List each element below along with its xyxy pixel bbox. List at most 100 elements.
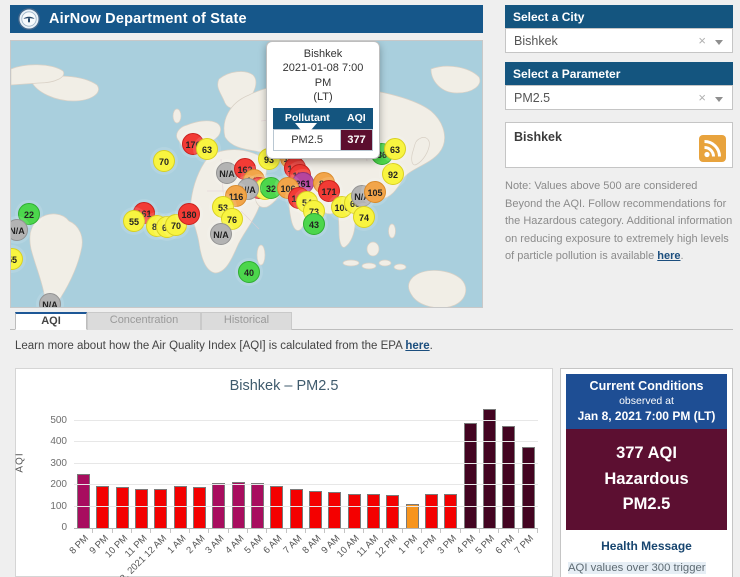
chart-bar-slot: 1 AM: [171, 409, 190, 528]
tab-strip: AQIConcentrationHistorical: [10, 312, 733, 330]
chart-bar[interactable]: [116, 487, 129, 528]
chart-bar[interactable]: [270, 486, 283, 528]
map-marker[interactable]: 55: [10, 248, 23, 270]
chart-bar-slot: 2 PM: [422, 409, 441, 528]
health-message-text: AQI values over 300 trigger health warni…: [566, 558, 727, 577]
tab-aqi[interactable]: AQI: [15, 312, 87, 330]
cc-datetime: Jan 8, 2021 7:00 PM (LT): [569, 409, 724, 423]
chart-bar-slot: 6 PM: [499, 409, 518, 528]
chart-ytick: 200: [50, 479, 67, 490]
map-marker[interactable]: N/A: [39, 293, 61, 308]
chart-ytick: 400: [50, 436, 67, 447]
map-marker[interactable]: 105: [364, 181, 386, 203]
chart-ylabel: AQI: [15, 443, 26, 483]
chart-bar-slot: 5 AM: [248, 409, 267, 528]
chart-gridline: [74, 420, 538, 421]
map-marker[interactable]: 74: [353, 206, 375, 228]
chart-bar-slot: 11 AM: [364, 409, 383, 528]
chart-bar-slot: 1 PM: [403, 409, 422, 528]
aqi-chart-panel: Bishkek – PM2.5 AQI 8 PM9 PM10 PM11 PM8,…: [15, 368, 553, 577]
health-message-heading: Health Message: [566, 539, 727, 553]
chart-bar-slot: 9 PM: [93, 409, 112, 528]
parameter-select-value: PM2.5: [514, 91, 550, 105]
feed-city-label: Bishkek: [514, 130, 562, 144]
chevron-down-icon[interactable]: [715, 97, 723, 102]
chart-ytick: 500: [50, 415, 67, 426]
chart-bar[interactable]: [367, 494, 380, 528]
chart-bar[interactable]: [193, 487, 206, 528]
chart-bar[interactable]: [328, 492, 341, 528]
chart-xtick-label: 6 PM: [493, 533, 516, 556]
chart-xtick-label: 4 PM: [455, 533, 478, 556]
chart-bar[interactable]: [444, 494, 457, 528]
chart-bar[interactable]: [522, 447, 535, 528]
map-marker[interactable]: 40: [238, 261, 260, 283]
chart-gridline: [74, 506, 538, 507]
parameter-select[interactable]: PM2.5 ×: [505, 85, 733, 110]
popup-col-aqi: AQI: [341, 109, 373, 130]
cc-aqi-value: 377 AQI: [569, 441, 724, 467]
chart-bar-slot: 11 PM: [132, 409, 151, 528]
chart-plot: 8 PM9 PM10 PM11 PM8, 2021 12 AM1 AM2 AM3…: [74, 409, 538, 529]
chart-bar[interactable]: [348, 494, 361, 528]
chart-ytick: 0: [61, 522, 67, 533]
map-marker[interactable]: 43: [303, 213, 325, 235]
dos-seal-icon: [18, 8, 40, 30]
chart-ytick: 100: [50, 501, 67, 512]
airnow-app: AirNow Department of State: [0, 0, 740, 577]
chevron-down-icon[interactable]: [715, 40, 723, 45]
chart-bar[interactable]: [96, 486, 109, 528]
chart-bar[interactable]: [135, 489, 148, 528]
chart-bar-slot: 3 PM: [441, 409, 460, 528]
chart-bar-slot: 4 PM: [461, 409, 480, 528]
city-select[interactable]: Bishkek ×: [505, 28, 733, 53]
chart-xtick-label: 3 PM: [435, 533, 458, 556]
chart-bar[interactable]: [406, 504, 419, 528]
learn-more-here-link[interactable]: here: [405, 340, 429, 352]
chart-xtick-label: 7 AM: [281, 533, 304, 556]
chart-title: Bishkek – PM2.5: [16, 378, 552, 394]
map-marker[interactable]: 92: [382, 163, 404, 185]
world-map[interactable]: 22N/A55N/A701766316155886970180N/A162148…: [10, 40, 483, 308]
chart-bar-slot: 10 PM: [113, 409, 132, 528]
chart-bar[interactable]: [77, 474, 90, 528]
chart-gridline: [74, 484, 538, 485]
cc-aqi-category: Hazardous: [569, 467, 724, 493]
map-marker[interactable]: 70: [153, 150, 175, 172]
chart-bar[interactable]: [425, 494, 438, 528]
select-city-header: Select a City: [505, 5, 733, 28]
chart-bar-slot: 8, 2021 12 AM: [151, 409, 170, 528]
chart-bar[interactable]: [290, 489, 303, 528]
map-marker[interactable]: N/A: [10, 219, 28, 241]
clear-icon[interactable]: ×: [698, 33, 706, 48]
chart-xtick-label: 1 AM: [165, 533, 188, 556]
chart-gridline: [74, 441, 538, 442]
chart-bar[interactable]: [483, 409, 496, 528]
page-title: AirNow Department of State: [49, 11, 247, 27]
chart-bars: 8 PM9 PM10 PM11 PM8, 2021 12 AM1 AM2 AM3…: [74, 409, 538, 528]
rss-icon[interactable]: [699, 135, 726, 162]
map-popup: Bishkek 2021-01-08 7:00 PM (LT) Pollutan…: [266, 41, 380, 159]
map-marker[interactable]: N/A: [210, 223, 232, 245]
note-here-link[interactable]: here: [657, 250, 680, 262]
tab-historical[interactable]: Historical: [201, 312, 292, 330]
clear-icon[interactable]: ×: [698, 90, 706, 105]
chart-bar[interactable]: [464, 423, 477, 528]
chart-xtick-label: 2 AM: [184, 533, 207, 556]
map-marker[interactable]: 55: [123, 210, 145, 232]
chart-bar[interactable]: [174, 486, 187, 528]
cc-aqi-pollutant: PM2.5: [569, 492, 724, 518]
popup-timezone: (LT): [273, 90, 373, 104]
learn-more-text: Learn more about how the Air Quality Ind…: [15, 340, 433, 352]
tab-concentration[interactable]: Concentration: [87, 312, 201, 330]
current-conditions-panel: Current Conditions observed at Jan 8, 20…: [560, 368, 733, 577]
map-marker[interactable]: 180: [178, 203, 200, 225]
chart-bar[interactable]: [386, 495, 399, 528]
chart-bar-slot: 10 AM: [345, 409, 364, 528]
chart-bar[interactable]: [154, 489, 167, 528]
chart-bar-slot: 5 PM: [480, 409, 499, 528]
map-marker[interactable]: 63: [384, 138, 406, 160]
cc-observed-at: observed at: [569, 395, 724, 407]
map-marker[interactable]: 63: [196, 138, 218, 160]
chart-bar[interactable]: [309, 491, 322, 528]
